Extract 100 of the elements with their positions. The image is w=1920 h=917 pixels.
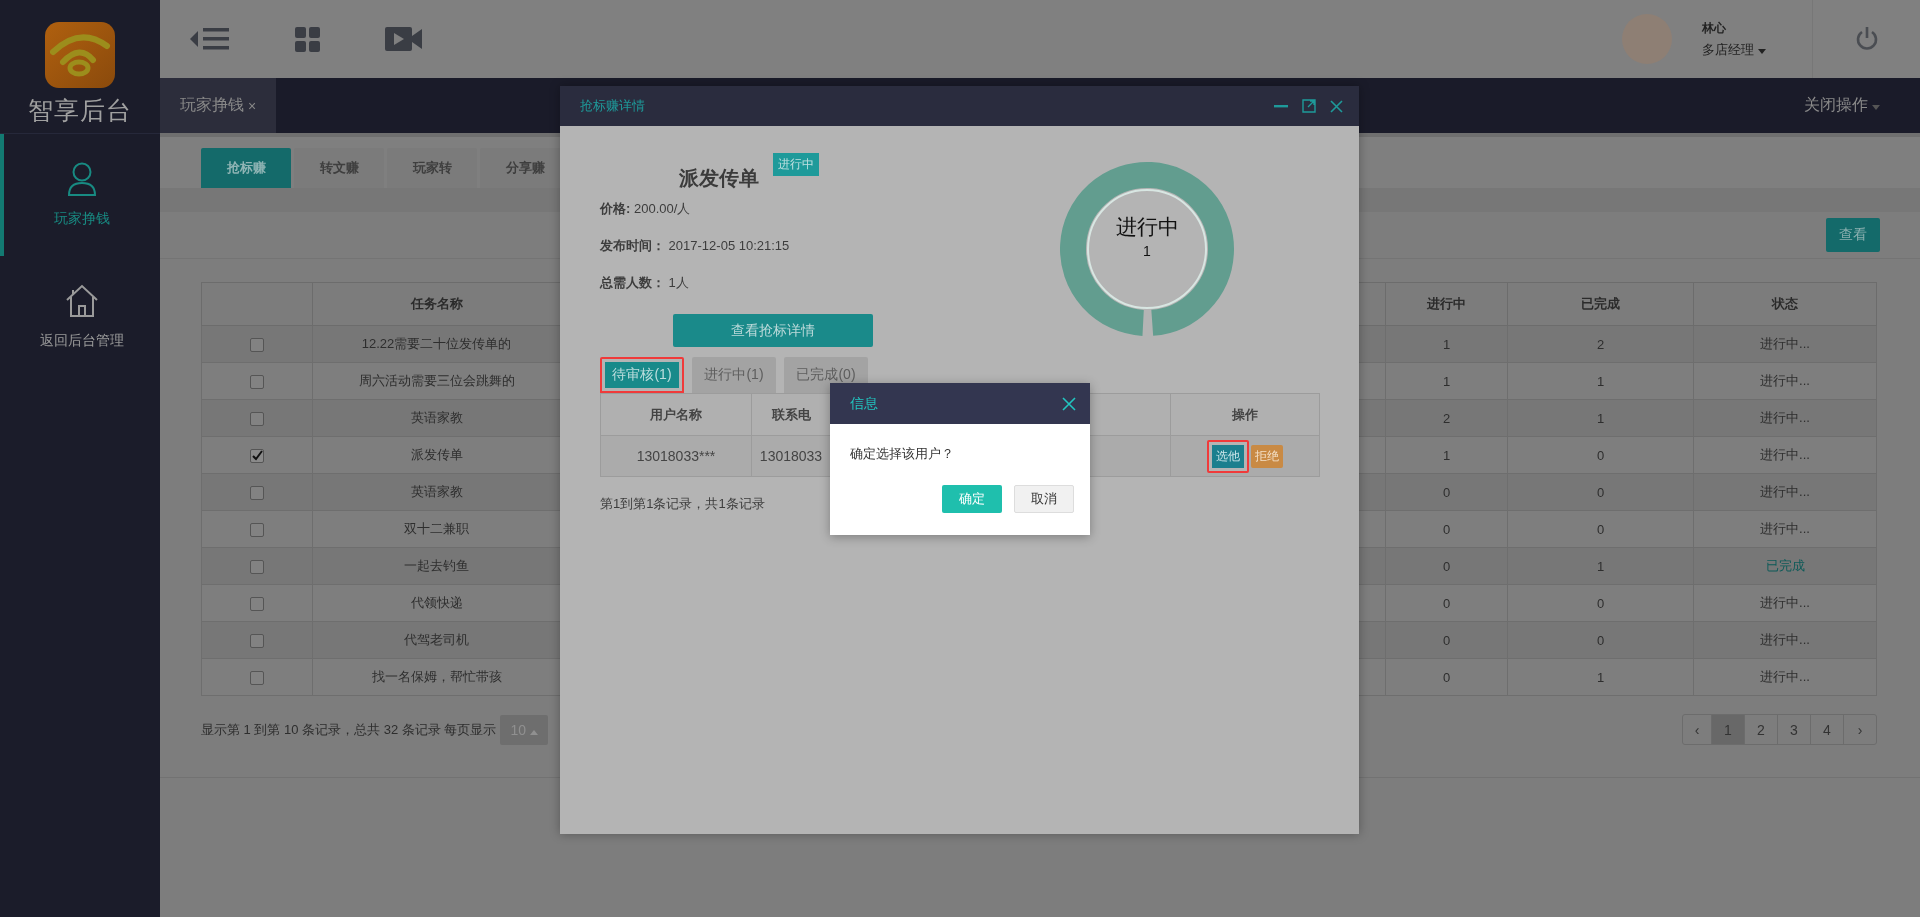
table-cell: 双十二兼职 [312,510,561,548]
column-header: 状态 [1693,282,1877,326]
status-cell: 进行中... [1693,362,1877,400]
caret-icon [1872,105,1880,110]
caret-icon [529,729,538,735]
table-cell: 13018033*** [600,435,752,477]
menu-collapse-icon[interactable] [190,26,230,52]
close-icon[interactable] [1062,396,1076,411]
status-cell: 已完成 [1693,547,1877,585]
checkbox[interactable] [250,337,264,352]
checkbox[interactable] [250,522,264,537]
table-cell: 12.22需要二十位发传单的 [312,325,561,363]
status-tab[interactable]: 待审核(1) [600,357,684,393]
status-cell: 进行中... [1693,584,1877,622]
confirm-button[interactable]: 确定 [942,485,1002,513]
maximize-icon[interactable] [1302,99,1316,113]
sub-tab[interactable]: 玩家转 [387,148,477,188]
column-header: 进行中 [1385,282,1508,326]
table-cell: 0 [1507,621,1694,659]
status-cell: 进行中... [1693,436,1877,474]
table-cell: 派发传单 [312,436,561,474]
table-cell: 1 [1507,658,1694,696]
pagination-summary: 显示第 1 到第 10 条记录，总共 32 条记录 每页显示 [201,720,497,739]
logo-text: 智享后台 [28,95,132,126]
view-details-button[interactable]: 查看抢标详情 [673,314,873,347]
table-cell: 0 [1507,510,1694,548]
sub-tab[interactable]: 转文赚 [294,148,384,188]
table-cell: 0 [1385,547,1508,585]
user-role-dropdown[interactable]: 多店经理 [1702,40,1812,59]
sidebar-item-label: 返回后台管理 [40,332,124,350]
logo-icon [45,22,115,88]
table-cell: 0 [1385,621,1508,659]
status-tab[interactable]: 进行中(1) [692,357,776,393]
dialog-message: 确定选择该用户？ [849,445,955,463]
page-tab-label: 玩家挣钱 [180,95,244,115]
status-cell: 进行中... [1693,658,1877,696]
sub-tab[interactable]: 抢标赚 [201,148,291,188]
task-title: 派发传单 [679,166,759,191]
page-button[interactable]: 3 [1777,715,1810,744]
user-name: 林心 [1702,19,1727,37]
column-header: 已完成 [1507,282,1694,326]
reject-button[interactable]: 拒绝 [1251,444,1283,468]
close-actions-dropdown[interactable]: 关闭操作 [1803,95,1880,116]
column-header: 任务名称 [312,282,561,326]
grid-icon[interactable] [295,26,320,52]
select-button[interactable]: 选他 [1207,439,1249,473]
sidebar-item[interactable]: 返回后台管理 [0,256,160,378]
checkbox[interactable] [250,670,264,685]
cancel-button[interactable]: 取消 [1014,485,1074,513]
table-cell: 0 [1507,473,1694,511]
info-line: 发布时间： 2017-12-05 10:21:15 [600,237,791,255]
records-summary: 第1到第1条记录，共1条记录 [600,495,765,513]
page-tab[interactable]: 玩家挣钱 × [160,78,277,133]
table-cell: 1 [1385,325,1508,363]
sidebar-item-label: 玩家挣钱 [54,210,110,228]
checkbox[interactable] [250,596,264,611]
table-cell: 英语家教 [312,399,561,437]
table-cell: 2 [1385,399,1508,437]
checkbox[interactable] [250,559,264,574]
column-header: 用户名称 [600,393,752,436]
video-camera-icon[interactable] [385,27,422,51]
table-cell: 1 [1385,362,1508,400]
power-icon[interactable] [1854,27,1879,51]
table-cell: 代驾老司机 [312,621,561,659]
status-badge: 进行中 [773,153,819,176]
info-line: 总需人数： 1人 [600,274,690,292]
table-cell: 0 [1385,510,1508,548]
user-icon [67,162,97,196]
table-cell: 0 [1385,658,1508,696]
table-cell: 英语家教 [312,473,561,511]
status-cell: 进行中... [1693,621,1877,659]
checkbox[interactable] [250,485,264,500]
info-line: 价格: 200.00/人 [600,200,692,218]
column-header: 联系电 [751,393,831,436]
table-cell: 周六活动需要三位会跳舞的 [312,362,561,400]
column-header: 操作 [1170,393,1320,436]
status-cell: 进行中... [1693,399,1877,437]
close-icon[interactable] [1330,99,1343,113]
table-cell: 0 [1385,584,1508,622]
checkbox[interactable] [250,374,264,389]
status-cell: 进行中... [1693,473,1877,511]
table-cell: 0 [1507,584,1694,622]
close-icon[interactable]: × [248,97,257,114]
checkbox[interactable] [250,411,264,426]
next-page-button[interactable]: › [1843,715,1876,744]
prev-page-button[interactable]: ‹ [1683,715,1711,744]
checkbox[interactable] [250,448,264,463]
checkbox[interactable] [250,633,264,648]
view-button[interactable]: 查看 [1826,218,1880,252]
table-cell: 13018033 [751,435,831,477]
table-cell: 0 [1385,473,1508,511]
table-cell: 0 [1507,436,1694,474]
gauge-label: 进行中 [1115,214,1179,240]
page-button[interactable]: 4 [1810,715,1843,744]
caret-icon [1757,48,1766,54]
table-cell: 1 [1507,547,1694,585]
minimize-icon[interactable] [1274,104,1288,108]
dialog-title: 信息 [850,394,878,413]
table-cell: 1 [1507,362,1694,400]
page-button[interactable]: 2 [1744,715,1777,744]
